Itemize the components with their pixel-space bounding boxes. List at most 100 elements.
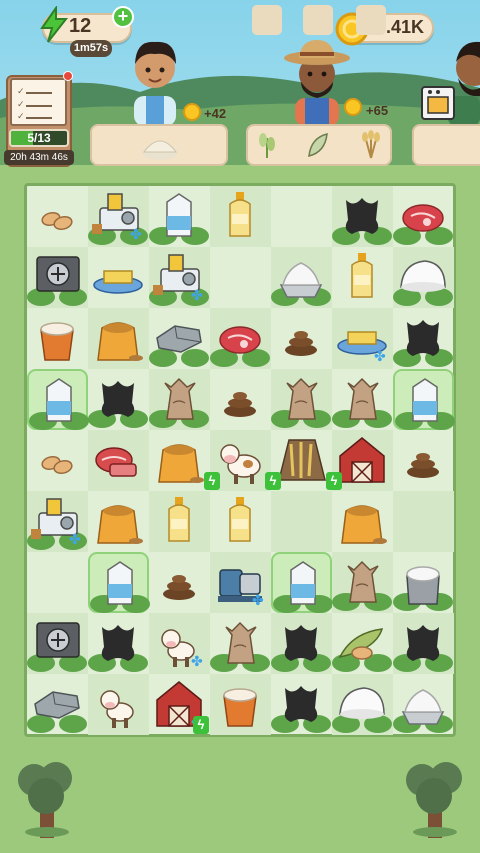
board-cell-5-5[interactable] — [332, 491, 393, 552]
board-cell-7-2[interactable]: ✤ — [149, 613, 210, 674]
board-cell-4-3[interactable]: ϟ — [204, 430, 271, 491]
board-cell-2-1[interactable] — [88, 308, 149, 369]
board-cell-0-3[interactable] — [210, 186, 271, 247]
sparkle-icon: ✤ — [374, 348, 386, 364]
milk-carton-icon — [149, 193, 209, 245]
wheat-sprout-icon — [259, 133, 275, 158]
board-cell-4-6[interactable] — [393, 430, 454, 491]
dung-icon — [285, 331, 317, 356]
board-cell-3-0[interactable] — [27, 369, 89, 430]
board-cell-1-6[interactable] — [393, 247, 454, 308]
board-cell-7-3[interactable] — [210, 613, 271, 674]
board-cell-2-4[interactable] — [271, 308, 332, 369]
board-cell-3-3[interactable] — [210, 369, 271, 430]
board-cell-0-0[interactable] — [27, 186, 88, 247]
board-cell-7-6[interactable] — [393, 613, 454, 674]
grain-sack-icon — [149, 377, 209, 428]
board-cell-2-3[interactable] — [210, 308, 271, 369]
dung-icon — [407, 453, 439, 478]
board-cell-8-5[interactable] — [332, 674, 393, 735]
board-cell-1-3[interactable] — [210, 247, 271, 308]
board-cell-3-5[interactable] — [332, 369, 393, 430]
board-cell-4-1[interactable] — [88, 430, 149, 491]
sparkle-icon: ✤ — [130, 226, 142, 242]
board-cell-2-0[interactable] — [27, 308, 88, 369]
board-cell-8-3[interactable] — [210, 674, 271, 735]
board-cell-7-4[interactable] — [271, 613, 332, 674]
sparkle-icon: ✤ — [191, 287, 203, 303]
board-cell-7-1[interactable] — [88, 613, 149, 674]
board-cell-8-2[interactable]: ✤ϟ — [149, 674, 210, 735]
leather-icon — [393, 625, 453, 672]
board-cell-0-2[interactable] — [149, 186, 210, 247]
board-cell-7-0[interactable] — [27, 613, 88, 674]
board-cell-3-4[interactable] — [271, 369, 332, 430]
oil-bottle-icon — [229, 192, 251, 237]
board-cell-6-3[interactable]: ✤ — [210, 552, 271, 613]
tree-left-icon — [18, 762, 72, 838]
grain-sack-icon — [332, 377, 392, 428]
milk-carton-icon — [29, 378, 89, 430]
board-cell-1-4[interactable] — [271, 247, 332, 308]
board-cell-5-3[interactable] — [210, 491, 271, 552]
almond-leaf-icon — [332, 628, 392, 672]
board-cell-5-0[interactable]: ✤ — [27, 491, 88, 552]
milk-carton-icon — [395, 378, 455, 430]
grain-sack-icon — [332, 560, 392, 611]
board-cell-0-4[interactable] — [271, 186, 332, 247]
board-cell-4-4[interactable]: ϟ — [265, 430, 332, 491]
board-cell-1-0[interactable] — [27, 247, 88, 308]
board-cell-2-6[interactable] — [393, 308, 454, 369]
customer-2-avatar[interactable] — [283, 38, 351, 126]
energy-bolt-icon: ϟ — [204, 472, 220, 490]
energy-bolt-icon: ϟ — [326, 472, 342, 490]
board-cell-6-4[interactable] — [271, 552, 333, 613]
quest-progress-bar: 5/13 — [9, 129, 69, 147]
leather-icon — [88, 381, 148, 428]
board-cell-3-2[interactable] — [149, 369, 210, 430]
board-cell-7-5[interactable] — [332, 613, 393, 674]
board-cell-5-6[interactable] — [393, 491, 454, 552]
sparkle-icon: ✤ — [252, 592, 264, 608]
customer-3-order-card[interactable] — [412, 124, 480, 166]
cream-pot-icon — [393, 566, 453, 611]
almonds-icon — [41, 212, 73, 230]
board-cell-6-2[interactable] — [149, 552, 210, 613]
board-cell-6-1[interactable] — [88, 552, 150, 613]
board-cell-6-5[interactable] — [332, 552, 393, 613]
board-cell-0-5[interactable] — [332, 186, 393, 247]
board-cell-4-0[interactable] — [27, 430, 88, 491]
board-cell-3-1[interactable] — [88, 369, 149, 430]
board-cell-6-0[interactable] — [27, 552, 88, 613]
board-cell-1-1[interactable] — [88, 247, 149, 308]
board-cell-5-4[interactable] — [271, 491, 332, 552]
oven-machine-icon — [27, 256, 87, 306]
customer-1-avatar[interactable] — [124, 34, 186, 126]
milk-carton-icon — [273, 561, 333, 613]
steak-icon — [393, 204, 453, 245]
energy-bolt-icon: ϟ — [193, 716, 209, 734]
board-cell-5-1[interactable] — [88, 491, 149, 552]
dung-icon — [163, 575, 195, 600]
board-cell-5-2[interactable] — [149, 491, 210, 552]
board-cell-8-6[interactable] — [393, 674, 454, 735]
whipped-cream-icon — [271, 262, 331, 306]
board-cell-1-2[interactable]: ✤ — [149, 247, 210, 308]
grain-sack-icon — [210, 621, 270, 672]
tree-right-icon — [406, 762, 462, 838]
board-cell-4-2[interactable] — [149, 430, 210, 491]
board-cell-8-4[interactable] — [271, 674, 332, 735]
board-cell-6-6[interactable] — [393, 552, 454, 613]
board-cell-8-1[interactable] — [88, 674, 149, 735]
board-cell-0-6[interactable] — [393, 186, 454, 247]
board-cell-3-6[interactable] — [393, 369, 455, 430]
board-cell-2-5[interactable]: ✤ — [332, 308, 393, 369]
flour-sack-icon — [97, 322, 143, 361]
board-cell-8-0[interactable] — [27, 674, 88, 735]
board-cell-1-5[interactable] — [332, 247, 393, 308]
board-cell-0-1[interactable]: ✤ — [88, 186, 149, 247]
board-cell-2-2[interactable] — [149, 308, 210, 369]
stone-slab-icon — [27, 691, 87, 733]
board-cell-4-5[interactable]: ϟ — [326, 430, 393, 491]
add-energy-button[interactable]: + — [112, 6, 134, 28]
